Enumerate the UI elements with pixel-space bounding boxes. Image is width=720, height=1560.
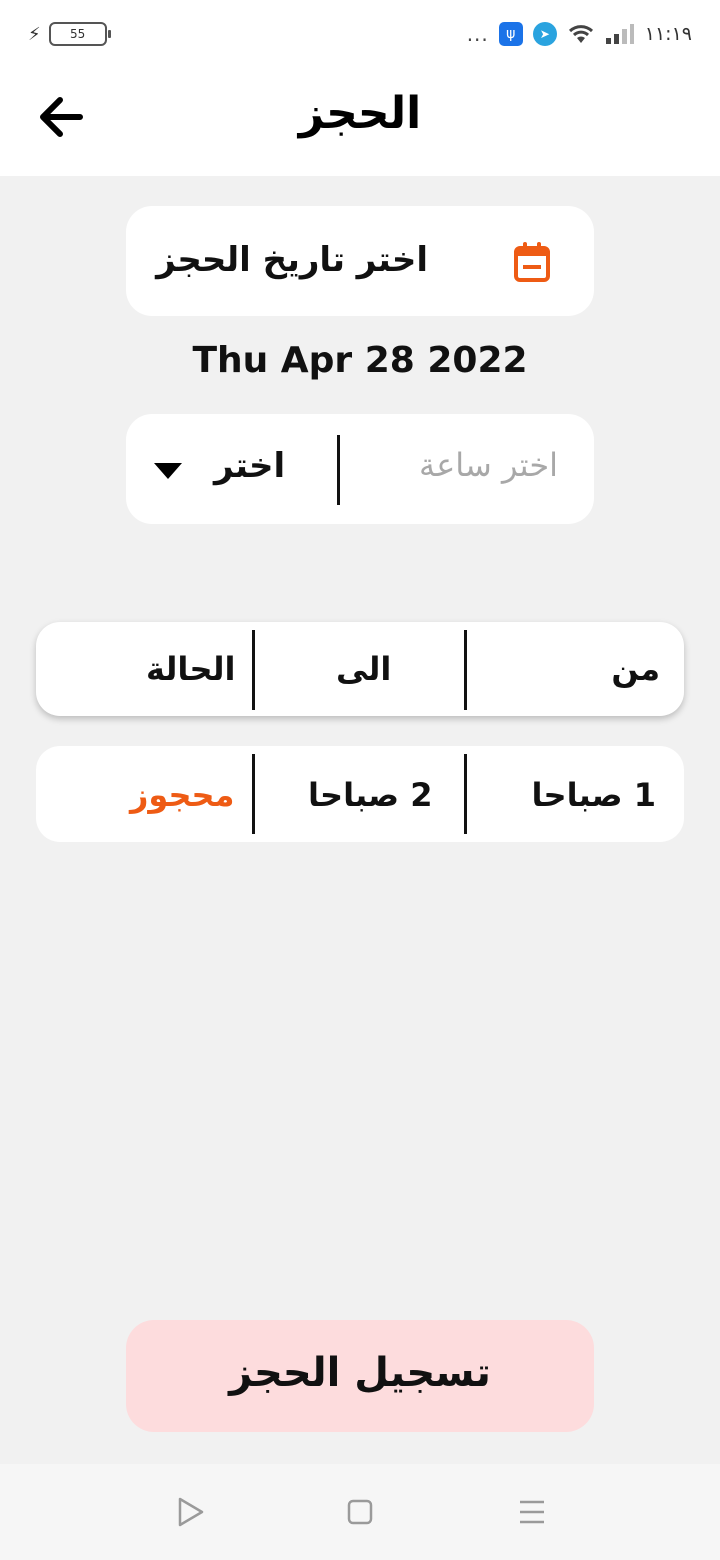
clock-time: ١١:١٩ xyxy=(644,23,692,45)
status-bar: ⚡ 55 ... ψ ➤ ١١:١٩ xyxy=(0,0,720,70)
calendar-icon xyxy=(514,242,550,282)
divider xyxy=(464,754,467,834)
submit-booking-label: تسجيل الحجز xyxy=(229,1350,491,1396)
slot-to: 2 صباحا xyxy=(308,776,433,814)
table-row[interactable]: 1 صباحا 2 صباحا محجوز xyxy=(36,746,684,842)
slot-status: محجوز xyxy=(130,776,235,814)
header-status: الحالة xyxy=(146,650,236,688)
status-right: ... ψ ➤ ١١:١٩ xyxy=(467,22,692,46)
divider xyxy=(252,754,255,834)
date-picker-button[interactable]: اختر تاريخ الحجز xyxy=(126,206,594,316)
wifi-icon xyxy=(568,25,593,43)
app-header: الحجز xyxy=(0,70,720,176)
nav-home-button[interactable] xyxy=(342,1494,378,1530)
usb-icon: ψ xyxy=(498,22,523,46)
slot-from: 1 صباحا xyxy=(531,776,656,814)
date-picker-label: اختر تاريخ الحجز xyxy=(156,240,428,280)
nav-back-button[interactable] xyxy=(172,1494,208,1530)
time-picker-placeholder: اختر ساعة xyxy=(419,446,558,484)
more-notifications-indicator: ... xyxy=(466,22,489,46)
system-nav-bar xyxy=(0,1464,720,1560)
menu-lines-icon xyxy=(520,1500,544,1524)
submit-booking-button[interactable]: تسجيل الحجز xyxy=(126,1320,594,1432)
signal-icon xyxy=(605,24,634,44)
play-back-icon xyxy=(178,1497,204,1527)
page-title: الحجز xyxy=(298,88,422,139)
header-to: الى xyxy=(336,650,392,688)
divider xyxy=(464,630,467,710)
hour-select-dropdown[interactable]: اختر xyxy=(126,414,336,524)
slots-table-header: من الى الحالة xyxy=(36,622,684,716)
charging-icon: ⚡ xyxy=(28,23,41,45)
divider xyxy=(337,435,340,505)
battery-level: 55 xyxy=(70,27,86,41)
telegram-icon: ➤ xyxy=(532,22,557,46)
status-left: ⚡ 55 xyxy=(28,22,111,46)
divider xyxy=(252,630,255,710)
battery-icon: 55 xyxy=(48,22,111,46)
time-picker: اختر ساعة اختر xyxy=(126,414,594,524)
hour-select-label: اختر xyxy=(214,446,286,486)
square-home-icon xyxy=(347,1499,373,1525)
header-from: من xyxy=(611,650,660,688)
dropdown-triangle-icon xyxy=(154,463,182,479)
nav-menu-button[interactable] xyxy=(514,1494,550,1530)
selected-date: Thu Apr 28 2022 xyxy=(192,340,528,381)
